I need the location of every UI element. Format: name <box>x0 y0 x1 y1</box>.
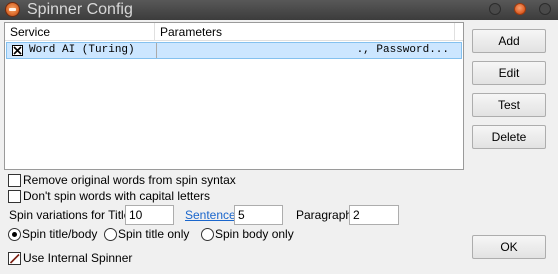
check-icon <box>13 46 22 55</box>
spin-title-body-label: Spin title/body <box>22 227 98 241</box>
spin-title-only-radio[interactable] <box>104 228 117 241</box>
paragraph-label: Paragraph <box>296 208 353 222</box>
spinner-config-window: Spinner Config Service Parameters Word A… <box>0 0 558 274</box>
edit-button[interactable]: Edit <box>472 61 546 85</box>
row-parameters: ., Password... <box>356 44 449 56</box>
window-title: Spinner Config <box>27 1 133 18</box>
dont-spin-capitals-label: Don't spin words with capital letters <box>23 189 211 203</box>
spin-body-only-radio[interactable] <box>201 228 214 241</box>
paragraph-variations-input[interactable]: 2 <box>349 205 399 225</box>
close-button[interactable] <box>539 3 551 15</box>
column-divider <box>156 43 157 58</box>
app-icon <box>5 2 20 17</box>
add-button[interactable]: Add <box>472 29 546 53</box>
test-button[interactable]: Test <box>472 93 546 117</box>
remove-original-checkbox[interactable] <box>8 174 21 187</box>
row-service: Word AI (Turing) <box>29 44 135 56</box>
dont-spin-capitals-checkbox[interactable] <box>8 190 21 203</box>
maximize-button[interactable] <box>514 3 526 15</box>
sentence-variations-input[interactable]: 5 <box>234 205 283 225</box>
checkmark-icon <box>9 253 20 264</box>
remove-original-label: Remove original words from spin syntax <box>23 173 236 187</box>
ok-button[interactable]: OK <box>472 235 546 259</box>
minimize-button[interactable] <box>489 3 501 15</box>
column-header-parameters[interactable]: Parameters <box>155 23 455 41</box>
table-row[interactable]: Word AI (Turing) ., Password... <box>6 42 462 59</box>
sentence-link[interactable]: Sentence <box>185 208 236 222</box>
title-variations-label: Spin variations for Title <box>9 208 131 222</box>
spin-title-body-radio[interactable] <box>8 228 21 241</box>
spin-body-only-label: Spin body only <box>215 227 294 241</box>
use-internal-spinner-label: Use Internal Spinner <box>23 251 133 265</box>
column-header-service[interactable]: Service <box>5 23 155 41</box>
spin-title-only-label: Spin title only <box>118 227 190 241</box>
title-variations-input[interactable]: 10 <box>125 205 174 225</box>
title-bar[interactable]: Spinner Config <box>0 0 558 20</box>
use-internal-spinner-checkbox[interactable] <box>8 252 21 265</box>
delete-button[interactable]: Delete <box>472 125 546 149</box>
column-header-filler <box>455 23 463 41</box>
services-list[interactable]: Service Parameters Word AI (Turing) ., P… <box>4 22 464 170</box>
row-checkbox[interactable] <box>12 45 23 56</box>
